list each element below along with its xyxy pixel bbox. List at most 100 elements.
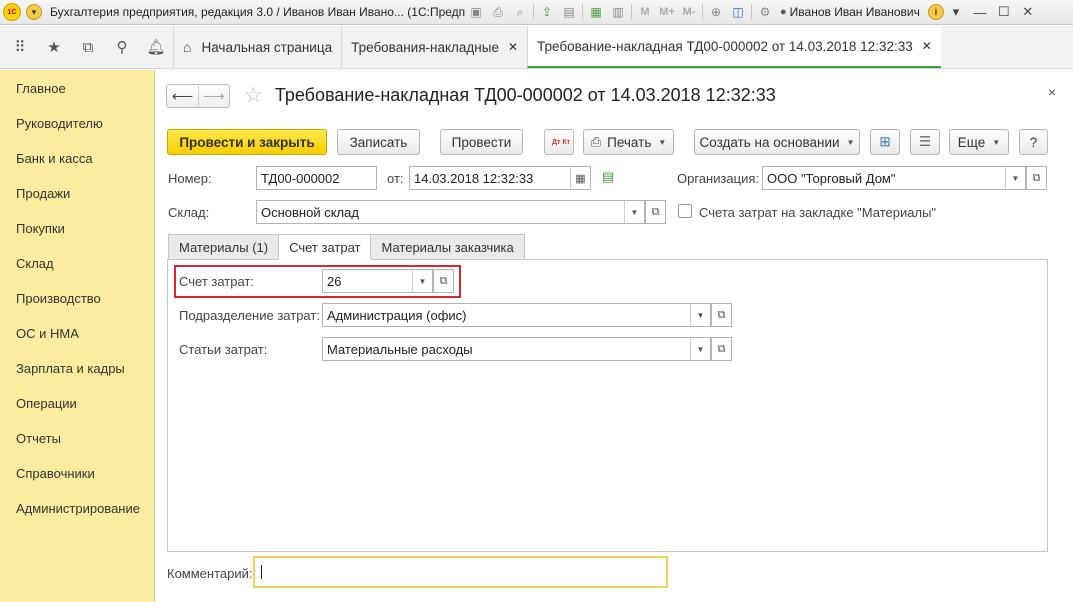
cost-account-open-button[interactable]: ⧉	[433, 269, 454, 293]
calculator-icon[interactable]: ▦	[585, 2, 607, 22]
list-button[interactable]: ☰	[910, 129, 940, 155]
toolbar-divider	[582, 4, 583, 20]
cost-accounts-checkbox-label[interactable]: Счета затрат на закладке "Материалы"	[699, 205, 936, 220]
close-form-button[interactable]: ×	[1048, 84, 1056, 100]
cost-account-field[interactable]: 26 ▼	[322, 269, 433, 293]
maximize-button[interactable]: ☐	[992, 4, 1016, 20]
sidebar-item-production[interactable]: Производство	[0, 280, 154, 315]
sidebar-item-assets[interactable]: ОС и НМА	[0, 315, 154, 350]
create-based-on-button[interactable]: Создать на основании ▼	[694, 129, 860, 155]
close-icon[interactable]: ✕	[508, 40, 518, 54]
home-icon: ⌂	[183, 39, 192, 55]
forward-button[interactable]: ⟶	[198, 84, 229, 107]
chevron-down-icon[interactable]: ▼	[690, 338, 710, 360]
post-button[interactable]: Провести	[440, 129, 523, 155]
sidebar-item-operations[interactable]: Операции	[0, 385, 154, 420]
app-logo-icon[interactable]: 1С	[3, 3, 21, 21]
chevron-down-icon[interactable]: ▼	[412, 270, 432, 292]
m-icon[interactable]: M	[634, 2, 656, 22]
arrow-right-icon: ⟶	[203, 87, 225, 105]
sidebar-item-bank[interactable]: Банк и касса	[0, 140, 154, 175]
info-icon[interactable]: i	[927, 4, 944, 20]
sidebar-item-administration[interactable]: Администрирование	[0, 490, 154, 525]
tab-requisition-document[interactable]: Требование-накладная ТД00-000002 от 14.0…	[527, 26, 941, 68]
cost-items-open-button[interactable]: ⧉	[711, 337, 732, 361]
back-button[interactable]: ⟵	[167, 85, 198, 107]
tab-home[interactable]: ⌂ Начальная страница	[173, 26, 341, 68]
more-button[interactable]: Еще ▼	[949, 129, 1009, 155]
calendar-icon[interactable]: ▥	[607, 2, 629, 22]
sidebar-item-payroll[interactable]: Зарплата и кадры	[0, 350, 154, 385]
top-navigation: ⠿ ★ ⧉ ⚲ 🔔︎ ⌂ Начальная страница Требован…	[0, 26, 1073, 69]
warehouse-label: Склад:	[168, 205, 210, 220]
zoom-icon[interactable]: ⊕	[705, 2, 727, 22]
titlebar-toolbar: ▣ ⎙ ⌕ ⇪ ▤ ▦ ▥ M M+ M- ⊕ ◫ ⚙	[465, 2, 776, 22]
tab-requisitions-list[interactable]: Требования-накладные ✕	[341, 26, 527, 68]
tab-cost-account[interactable]: Счет затрат	[278, 234, 372, 260]
sidebar-item-purchases[interactable]: Покупки	[0, 210, 154, 245]
bell-icon[interactable]: 🔔︎	[139, 26, 173, 68]
sidebar-item-manager[interactable]: Руководителю	[0, 105, 154, 140]
close-window-button[interactable]: ✕	[1016, 4, 1040, 20]
dt-kt-button[interactable]: Дт Кт	[544, 129, 574, 155]
organization-value: ООО "Торговый Дом"	[767, 170, 896, 186]
upload-icon[interactable]: ⇪	[536, 2, 558, 22]
print-button[interactable]: ⎙ Печать ▼	[583, 129, 674, 155]
tab-materials[interactable]: Материалы (1)	[168, 234, 280, 260]
print-label: Печать	[607, 134, 652, 150]
user-icon: ●	[780, 6, 787, 18]
chevron-down-icon[interactable]: ▼	[624, 201, 644, 223]
tab-requisitions-list-label: Требования-накладные	[351, 39, 499, 55]
current-user[interactable]: ● Иванов Иван Иванович	[780, 5, 920, 19]
cost-items-field[interactable]: Материальные расходы ▼	[322, 337, 711, 361]
sidebar-item-directories[interactable]: Справочники	[0, 455, 154, 490]
structure-icon: ⊞	[879, 134, 891, 149]
favorite-star-icon[interactable]: ☆	[244, 83, 263, 108]
preview-icon[interactable]: ⌕	[509, 2, 531, 22]
post-and-close-button[interactable]: Провести и закрыть	[167, 129, 327, 155]
cost-accounts-checkbox[interactable]	[678, 204, 692, 218]
sidebar-item-reports[interactable]: Отчеты	[0, 420, 154, 455]
calendar-icon[interactable]: ▦	[570, 167, 590, 189]
print-icon[interactable]: ⎙	[487, 2, 509, 22]
help-button[interactable]: ?	[1019, 129, 1048, 155]
chevron-down-icon[interactable]: ▼	[690, 304, 710, 326]
comment-input[interactable]	[253, 556, 668, 588]
number-field[interactable]: ТД00-000002	[256, 166, 377, 190]
printer-icon[interactable]: ▤	[558, 2, 580, 22]
cost-account-panel: Счет затрат: 26 ▼ ⧉ Подразделение затрат…	[167, 259, 1048, 552]
sidebar-item-sales[interactable]: Продажи	[0, 175, 154, 210]
date-field[interactable]: 14.03.2018 12:32:33 ▦	[409, 166, 591, 190]
post-label: Провести	[451, 134, 512, 150]
window-icon[interactable]: ◫	[727, 2, 749, 22]
chevron-down-icon[interactable]: ▾	[944, 4, 968, 20]
tab-customer-materials[interactable]: Материалы заказчика	[370, 234, 525, 260]
m-plus-icon[interactable]: M+	[656, 2, 678, 22]
main-menu-icon[interactable]: ▾	[26, 4, 42, 20]
history-icon[interactable]: ⧉	[71, 26, 105, 68]
window-titlebar: 1С ▾ Бухгалтерия предприятия, редакция 3…	[0, 0, 1073, 25]
warehouse-field[interactable]: Основной склад ▼	[256, 200, 645, 224]
apps-grid-icon[interactable]: ⠿	[3, 26, 37, 68]
organization-open-button[interactable]: ⧉	[1026, 166, 1047, 190]
close-icon[interactable]: ✕	[922, 39, 932, 53]
sidebar-item-warehouse[interactable]: Склад	[0, 245, 154, 280]
settings-icon[interactable]: ⚙	[754, 2, 776, 22]
structure-button[interactable]: ⊞	[870, 129, 900, 155]
search-icon[interactable]: ⚲	[105, 26, 139, 68]
comment-label: Комментарий:	[167, 566, 253, 581]
document-form: ⟵ ⟶ ☆ Требование-накладная ТД00-000002 о…	[156, 70, 1073, 602]
cost-division-field[interactable]: Администрация (офис) ▼	[322, 303, 711, 327]
favorites-star-icon[interactable]: ★	[37, 26, 71, 68]
cost-division-open-button[interactable]: ⧉	[711, 303, 732, 327]
organization-label: Организация:	[677, 171, 760, 186]
sidebar-item-main[interactable]: Главное	[0, 70, 154, 105]
save-button[interactable]: Записать	[337, 129, 420, 155]
open-icon: ⧉	[717, 342, 726, 355]
organization-field[interactable]: ООО "Торговый Дом" ▼	[762, 166, 1026, 190]
warehouse-open-button[interactable]: ⧉	[645, 200, 666, 224]
chevron-down-icon[interactable]: ▼	[1005, 167, 1025, 189]
save-icon[interactable]: ▣	[465, 2, 487, 22]
minimize-button[interactable]: —	[968, 5, 992, 20]
m-minus-icon[interactable]: M-	[678, 2, 700, 22]
